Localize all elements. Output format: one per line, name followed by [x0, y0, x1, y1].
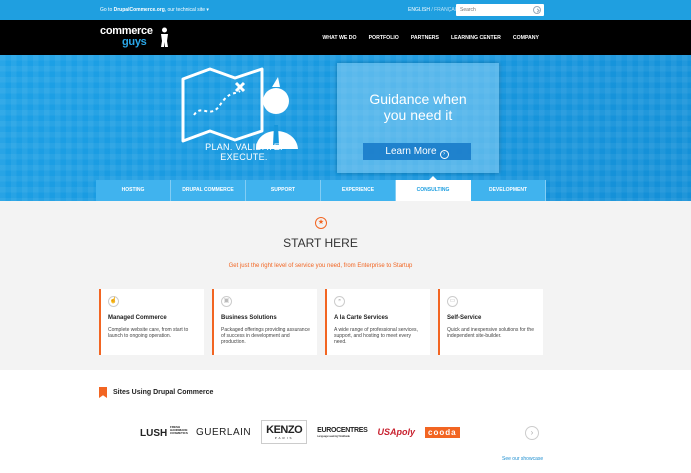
lang-english[interactable]: ENGLISH	[408, 7, 430, 13]
card-self-service[interactable]: ▭ Self-Service Quick and inexpensive sol…	[438, 289, 543, 355]
sites-heading-text: Sites Using Drupal Commerce	[113, 389, 214, 396]
search-submit-icon[interactable]	[533, 6, 541, 14]
logo-usapoly[interactable]: USApoly	[378, 427, 416, 437]
nav-what-we-do[interactable]: WHAT WE DO	[322, 35, 356, 41]
goto-prefix: Go to	[100, 7, 113, 13]
tab-drupal-commerce[interactable]: DRUPAL COMMERCE	[171, 180, 246, 201]
chat-icon: ▭	[447, 296, 458, 307]
main-nav: WHAT WE DO PORTFOLIO PARTNERS LEARNING C…	[322, 35, 539, 41]
guidance-title: Guidance when you need it	[369, 91, 467, 123]
card-title: Managed Commerce	[108, 315, 167, 321]
chevron-right-icon: ›	[439, 150, 449, 159]
nav-portfolio[interactable]: PORTFOLIO	[369, 35, 399, 41]
commerce-guys-logo[interactable]: commerce guys	[100, 26, 168, 48]
card-title: A la Carte Services	[334, 315, 389, 321]
search-input[interactable]	[456, 4, 530, 16]
start-here-section: ★ START HERE Get just the right level of…	[0, 201, 691, 370]
map-planner-illustration	[181, 67, 298, 149]
see-showcase-link[interactable]: See our showcase	[502, 456, 543, 462]
goto-suffix: , our technical site ▾	[164, 7, 209, 13]
logo-guerlain[interactable]: GUERLAIN	[196, 427, 251, 438]
card-business-solutions[interactable]: ▣ Business Solutions Packaged offerings …	[212, 289, 317, 355]
ribbon-icon	[99, 387, 107, 398]
tab-development[interactable]: DEVELOPMENT	[471, 180, 546, 201]
tab-consulting[interactable]: CONSULTING	[396, 176, 471, 201]
card-a-la-carte[interactable]: ◓ A la Carte Services A wide range of pr…	[325, 289, 430, 355]
card-managed-commerce[interactable]: ☝ Managed Commerce Complete website care…	[99, 289, 204, 355]
card-title: Self-Service	[447, 315, 482, 321]
tab-hosting[interactable]: HOSTING	[96, 180, 171, 201]
logo-eurocentres[interactable]: EUROCENTRES Language Learning Worldwide	[317, 427, 368, 438]
next-arrow-icon[interactable]: ›	[525, 426, 539, 440]
card-text: Packaged offerings providing assurance o…	[221, 327, 310, 345]
tab-support[interactable]: SUPPORT	[246, 180, 321, 201]
client-logos: LUSH FRESH HANDMADE COSMETICS GUERLAIN K…	[140, 420, 460, 444]
briefcase-icon: ▣	[221, 296, 232, 307]
card-title: Business Solutions	[221, 315, 277, 321]
top-utility-bar: Go to DrupalCommerce.org, our technical …	[0, 0, 691, 20]
language-switcher: ENGLISH / FRANÇAIS	[408, 7, 459, 13]
nav-learning-center[interactable]: LEARNING CENTER	[451, 35, 501, 41]
section-subtitle: Get just the right level of service you …	[228, 263, 413, 269]
sites-heading: Sites Using Drupal Commerce	[99, 387, 213, 398]
site-header: commerce guys WHAT WE DO PORTFOLIO PARTN…	[0, 20, 691, 55]
sites-using-section: Sites Using Drupal Commerce LUSH FRESH H…	[0, 370, 691, 473]
learn-more-button[interactable]: Learn More ›	[363, 143, 471, 160]
logo-cooda[interactable]: cooda	[425, 426, 460, 438]
star-icon: ★	[315, 217, 327, 229]
logo-text-guys: guys	[122, 36, 147, 48]
logo-figure-icon	[161, 27, 168, 47]
nav-partners[interactable]: PARTNERS	[411, 35, 439, 41]
search-box	[456, 4, 544, 16]
service-cards: ☝ Managed Commerce Complete website care…	[99, 289, 543, 355]
card-text: Quick and inexpensive solutions for the …	[447, 327, 534, 339]
section-title: START HERE	[283, 236, 358, 250]
guidance-card: Guidance when you need it Learn More ›	[337, 63, 499, 173]
service-tabs: HOSTING DRUPAL COMMERCE SUPPORT EXPERIEN…	[96, 176, 546, 201]
card-text: Complete website care, from start to lau…	[108, 327, 189, 339]
hero-tagline: PLAN. VALIDATE. EXECUTE.	[205, 142, 283, 162]
tab-experience[interactable]: EXPERIENCE	[321, 180, 396, 201]
goto-link[interactable]: DrupalCommerce.org	[114, 7, 165, 13]
technical-site-link[interactable]: Go to DrupalCommerce.org, our technical …	[100, 7, 209, 13]
card-text: A wide range of professional services, s…	[334, 327, 418, 345]
nav-company[interactable]: COMPANY	[513, 35, 539, 41]
logo-kenzo[interactable]: KENZO PARIS	[261, 420, 308, 444]
pointer-icon: ☝	[108, 296, 119, 307]
logo-lush[interactable]: LUSH FRESH HANDMADE COSMETICS	[140, 425, 188, 439]
cloche-icon: ◓	[334, 296, 345, 307]
